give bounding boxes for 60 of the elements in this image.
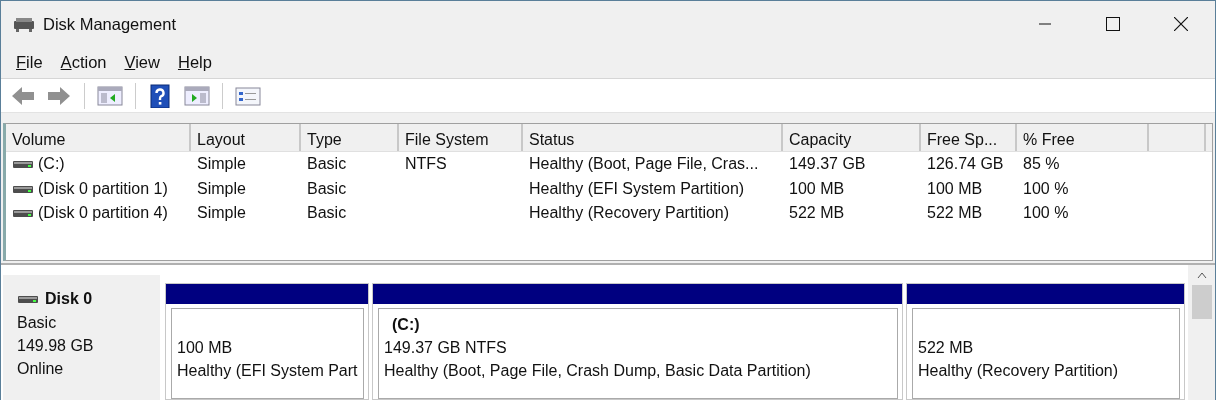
table-cell-text: (Disk 0 partition 1)	[38, 178, 168, 199]
table-cell-text: Healthy (Boot, Page File, Cras...	[528, 154, 760, 175]
table-cell-text: Simple	[196, 154, 247, 175]
maximize-icon	[1106, 17, 1120, 31]
table-cell-text: (C:)	[38, 154, 65, 175]
disk-detail: Online	[17, 359, 65, 379]
table-cell-text: 100 %	[1022, 178, 1070, 199]
menu-item[interactable]: View	[115, 48, 169, 77]
partition-status: Healthy (Boot, Page File, Crash Dump, Basic Data Partition)	[384, 361, 812, 381]
column-header[interactable]: Layout	[191, 124, 301, 151]
scrollbar[interactable]	[1188, 265, 1215, 400]
drive-icon	[17, 293, 39, 305]
table-cell-text: Simple	[196, 178, 247, 199]
scroll-up-icon[interactable]	[1196, 271, 1207, 279]
table-cell-text: Basic	[306, 203, 348, 224]
column-header[interactable]: Capacity	[783, 124, 921, 151]
menu-item[interactable]: Help	[168, 48, 221, 77]
table-cell-text: (Disk 0 partition 4)	[38, 203, 168, 224]
partition-status: Healthy (Recovery Partition)	[918, 361, 1120, 381]
drive-icon	[12, 207, 34, 220]
window-title: Disk Management	[43, 13, 176, 35]
partition-block[interactable]: 100 MB Healthy (EFI System Part	[171, 308, 364, 399]
partition-size: 100 MB	[177, 338, 234, 358]
table-cell-text: 85 %	[1022, 154, 1061, 175]
table-cell-text: Healthy (EFI System Partition)	[528, 178, 746, 199]
partition-label: (C:)	[392, 315, 421, 335]
partition-block[interactable]: (C:) 149.37 GB NTFS Healthy (Boot, Page File, Crash Dump, Basic Data Partition)	[378, 308, 898, 399]
partition-size: 149.37 GB NTFS	[384, 338, 508, 358]
scrollbar-thumb[interactable]	[1191, 285, 1212, 319]
disk-detail: Basic	[17, 313, 58, 333]
disk-name: Disk 0	[45, 289, 93, 309]
table-cell-text: 522 MB	[788, 203, 846, 224]
table-cell-text: Basic	[306, 154, 348, 175]
column-header[interactable]: Type	[301, 124, 399, 151]
column-header[interactable]: Free Sp...	[921, 124, 1017, 151]
table-cell-text: 100 MB	[788, 178, 846, 199]
drive-icon	[12, 158, 34, 171]
action-pane-icon[interactable]	[184, 83, 210, 108]
partition-status: Healthy (EFI System Part	[177, 361, 359, 381]
table-cell-text: Basic	[306, 178, 348, 199]
column-header[interactable]: File System	[399, 124, 523, 151]
partition-size: 522 MB	[918, 338, 975, 358]
disk-detail: 149.98 GB	[17, 336, 95, 356]
partition-block[interactable]: 522 MB Healthy (Recovery Partition)	[912, 308, 1180, 399]
column-header[interactable]: % Free	[1017, 124, 1149, 151]
console-tree-icon[interactable]	[97, 83, 123, 108]
table-cell-text: Simple	[196, 203, 247, 224]
menu-item[interactable]: File	[7, 48, 52, 77]
table-cell-text: 149.37 GB	[788, 154, 867, 175]
column-header[interactable]: Status	[523, 124, 783, 151]
table-cell-text: 100 MB	[926, 178, 984, 199]
disk-drive-icon	[13, 15, 35, 33]
table-cell-text: NTFS	[404, 154, 448, 175]
table-cell-text: 522 MB	[926, 203, 984, 224]
menu-item[interactable]: Action	[51, 48, 116, 77]
table-cell-text: 100 %	[1022, 203, 1070, 224]
close-icon	[1174, 17, 1188, 31]
column-header[interactable]: Volume	[6, 124, 191, 151]
table-cell-text: Healthy (Recovery Partition)	[528, 203, 731, 224]
table-cell-text: 126.74 GB	[926, 154, 1005, 175]
